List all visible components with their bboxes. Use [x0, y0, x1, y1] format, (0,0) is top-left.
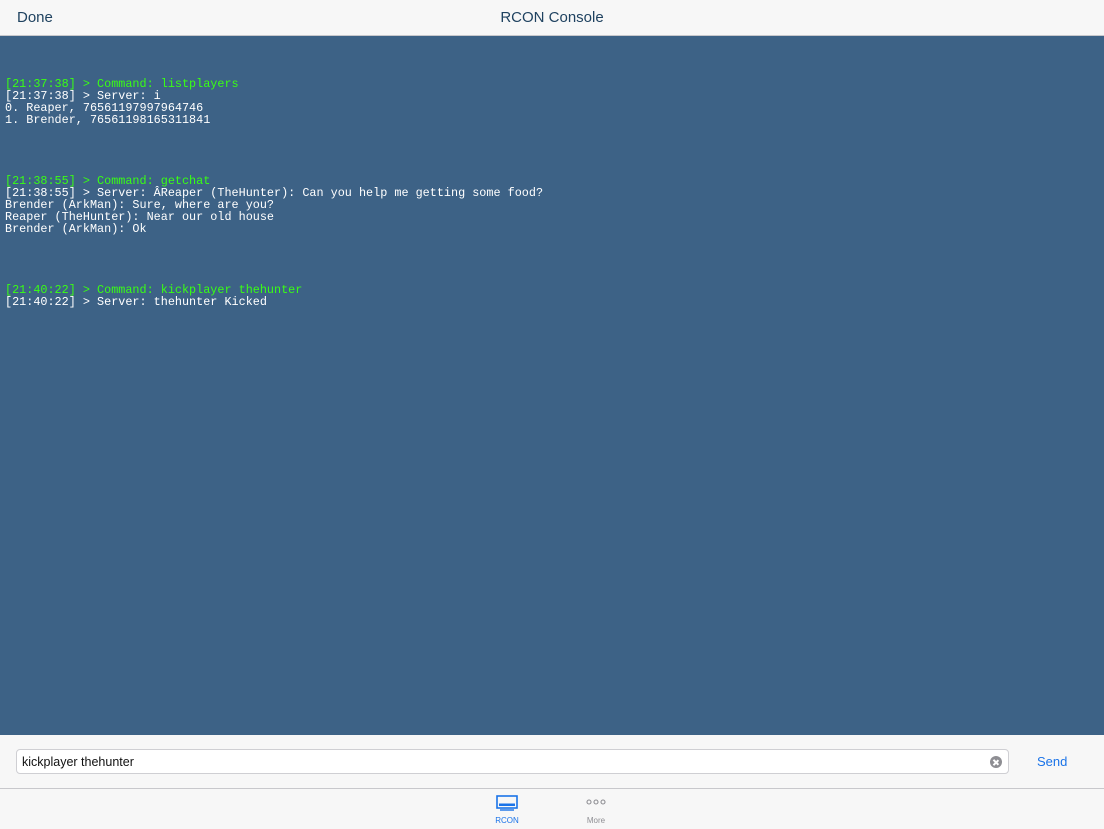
console-server-line: 1. Brender, 76561198165311841	[5, 113, 211, 128]
console-command-line: [21:37:38] > Command: listplayers	[5, 77, 239, 92]
tab-more-label: More	[586, 816, 606, 825]
more-icon	[586, 799, 606, 805]
console-command-line: [21:40:22] > Command: kickplayer thehunt…	[5, 282, 303, 297]
tab-rcon-label: RCON	[495, 816, 519, 825]
tab-bar: RCON More	[0, 788, 1104, 828]
console-server-line: [21:40:22] > Server: thehunter Kicked	[5, 294, 267, 309]
command-input[interactable]	[22, 752, 982, 771]
clear-input-icon[interactable]	[990, 756, 1002, 768]
console-icon	[496, 795, 518, 811]
command-input-bar: Send	[0, 735, 1104, 788]
tab-more[interactable]: More	[566, 789, 626, 829]
tab-rcon[interactable]: RCON	[477, 789, 537, 829]
console-server-line: Brender (ArkMan): Ok	[5, 222, 147, 237]
send-button[interactable]: Send	[1037, 754, 1067, 769]
page-title: RCON Console	[500, 9, 604, 26]
navigation-bar: Done RCON Console	[0, 0, 1104, 36]
console-log: [21:37:38] > Command: listplayers [21:37:…	[5, 66, 1099, 308]
console-server-line: Reaper (TheHunter): Near our old house	[5, 210, 275, 225]
console-output[interactable]: [21:37:38] > Command: listplayers [21:37:…	[0, 36, 1104, 735]
command-input-container	[16, 749, 1009, 774]
